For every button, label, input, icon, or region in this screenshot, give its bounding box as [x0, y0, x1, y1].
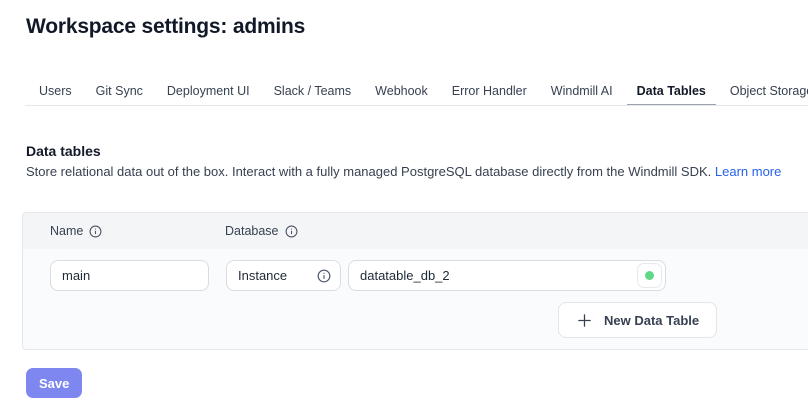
tab-error-handler[interactable]: Error Handler	[442, 78, 537, 106]
column-header-name-label: Name	[50, 224, 83, 238]
settings-tab-bar: Users Git Sync Deployment UI Slack / Tea…	[25, 78, 808, 106]
status-ok-dot-icon	[645, 271, 654, 280]
database-source-label: Instance	[238, 268, 287, 283]
data-tables-card: Name Database I	[22, 212, 808, 350]
info-icon[interactable]	[317, 269, 331, 283]
column-header-name: Name	[50, 224, 225, 238]
save-button[interactable]: Save	[26, 368, 82, 398]
column-header-database-label: Database	[225, 224, 279, 238]
table-row: Instance	[50, 260, 808, 291]
tab-slack-teams[interactable]: Slack / Teams	[264, 78, 362, 106]
section-description: Store relational data out of the box. In…	[26, 164, 808, 180]
table-actions-row: New Data Table	[50, 302, 808, 338]
database-name-input[interactable]	[348, 260, 666, 291]
plus-icon	[576, 312, 593, 329]
table-name-input[interactable]	[50, 260, 209, 291]
database-name-field	[348, 260, 666, 291]
table-header-row: Name Database	[23, 213, 808, 249]
info-icon[interactable]	[89, 225, 102, 238]
tab-users[interactable]: Users	[29, 78, 82, 106]
info-icon[interactable]	[285, 225, 298, 238]
page-title: Workspace settings: admins	[26, 15, 808, 39]
tab-git-sync[interactable]: Git Sync	[86, 78, 153, 106]
new-data-table-button[interactable]: New Data Table	[558, 302, 717, 338]
database-source-select[interactable]: Instance	[226, 260, 341, 291]
column-header-database: Database	[225, 224, 808, 238]
section-description-text: Store relational data out of the box. In…	[26, 164, 711, 179]
tab-object-storage[interactable]: Object Storage	[720, 78, 808, 106]
tab-deployment-ui[interactable]: Deployment UI	[157, 78, 260, 106]
learn-more-link[interactable]: Learn more	[715, 164, 781, 179]
tab-data-tables[interactable]: Data Tables	[627, 78, 716, 106]
tab-windmill-ai[interactable]: Windmill AI	[541, 78, 623, 106]
connection-status-badge[interactable]	[637, 263, 662, 288]
table-body: Instance	[23, 249, 808, 349]
new-data-table-label: New Data Table	[604, 313, 699, 328]
section-heading: Data tables	[26, 144, 808, 159]
tab-webhook[interactable]: Webhook	[365, 78, 438, 106]
